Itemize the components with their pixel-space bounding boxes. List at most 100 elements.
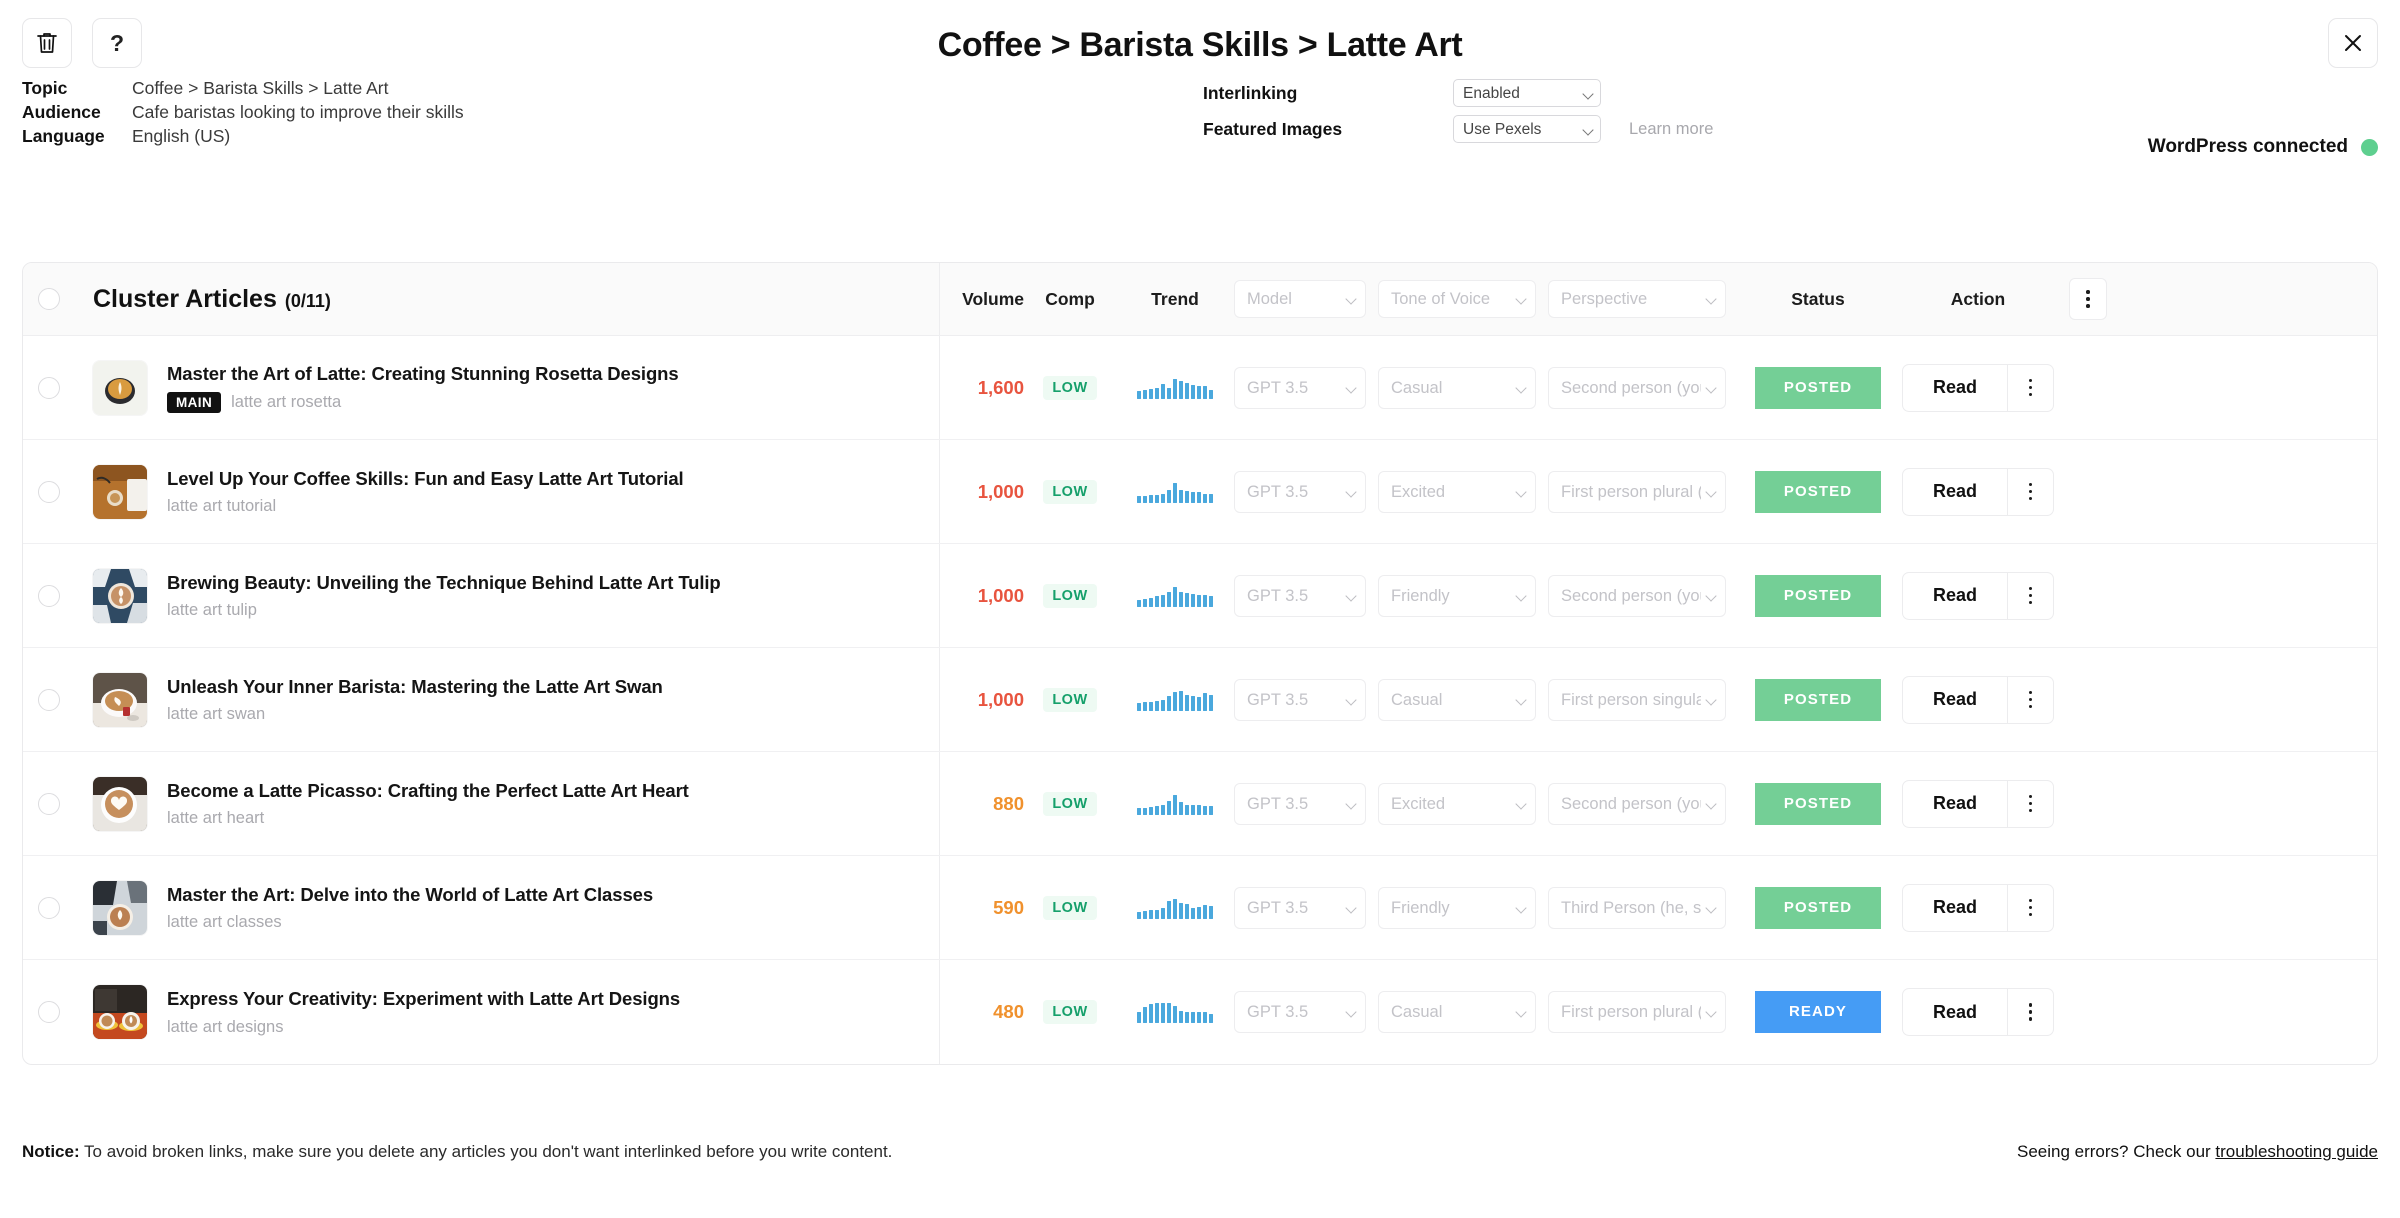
table-row[interactable]: Master the Art: Delve into the World of … — [23, 856, 2377, 960]
article-title[interactable]: Express Your Creativity: Experiment with… — [167, 987, 680, 1010]
row-select-radio[interactable] — [38, 480, 60, 503]
featured-images-row: Featured Images Use Pexels Learn more — [1203, 114, 1713, 144]
perspective-select[interactable]: Second person (you, your) — [1548, 574, 1726, 617]
read-button[interactable]: Read — [1903, 885, 2007, 931]
table-row[interactable]: Brewing Beauty: Unveiling the Technique … — [23, 544, 2377, 648]
row-select-radio[interactable] — [38, 376, 60, 399]
article-title[interactable]: Unleash Your Inner Barista: Mastering th… — [167, 675, 663, 698]
row-options-button[interactable] — [2007, 780, 2053, 827]
model-select[interactable]: GPT 3.5 — [1234, 678, 1366, 721]
perspective-select[interactable]: First person plural (we, us) — [1548, 991, 1726, 1033]
article-title[interactable]: Brewing Beauty: Unveiling the Technique … — [167, 571, 721, 594]
read-button[interactable]: Read — [1903, 989, 2007, 1035]
perspective-select[interactable]: First person singular (I, me) — [1548, 678, 1726, 721]
row-options-button[interactable] — [2007, 364, 2053, 411]
action-group: Read — [1902, 779, 2054, 828]
tone-select[interactable]: Casual — [1378, 991, 1536, 1033]
competition-badge: LOW — [1043, 375, 1097, 400]
interlinking-row: Interlinking Enabled — [1203, 78, 1713, 108]
notice-body: To avoid broken links, make sure you del… — [79, 1142, 893, 1161]
status-badge[interactable]: POSTED — [1755, 366, 1881, 409]
status-badge[interactable]: READY — [1755, 991, 1881, 1033]
table-row[interactable]: Become a Latte Picasso: Crafting the Per… — [23, 752, 2377, 856]
cluster-count: (0/11) — [284, 290, 331, 311]
wordpress-status: WordPress connected — [2148, 136, 2378, 158]
perspective-cell: Third Person (he, she, it, they) — [1548, 886, 1738, 929]
article-keyword-row: MAIN latte art rosetta — [167, 392, 679, 414]
competition-badge: LOW — [1043, 895, 1097, 920]
perspective-select[interactable]: Third Person (he, she, it, they) — [1548, 886, 1726, 929]
article-keyword: latte art classes — [167, 913, 282, 932]
row-options-button[interactable] — [2007, 468, 2053, 515]
read-button[interactable]: Read — [1903, 469, 2007, 515]
read-button[interactable]: Read — [1903, 365, 2007, 411]
column-header-status: Status — [1791, 288, 1845, 309]
row-select-radio[interactable] — [38, 688, 60, 711]
column-divider — [939, 336, 940, 439]
row-select-radio[interactable] — [38, 896, 60, 919]
article-title[interactable]: Become a Latte Picasso: Crafting the Per… — [167, 779, 689, 802]
model-select[interactable]: GPT 3.5 — [1234, 886, 1366, 929]
tone-cell: Excited — [1378, 782, 1548, 825]
table-row[interactable]: Unleash Your Inner Barista: Mastering th… — [23, 648, 2377, 752]
table-options-button[interactable] — [2069, 278, 2107, 320]
tone-filter-select[interactable]: Tone of Voice — [1378, 280, 1536, 318]
model-select[interactable]: GPT 3.5 — [1234, 470, 1366, 513]
tone-select[interactable]: Friendly — [1378, 886, 1536, 929]
column-header-comp[interactable]: Comp — [1024, 289, 1116, 310]
row-select-radio[interactable] — [38, 584, 60, 607]
article-title[interactable]: Master the Art of Latte: Creating Stunni… — [167, 362, 679, 385]
model-cell: GPT 3.5 — [1234, 991, 1378, 1033]
row-options-button[interactable] — [2007, 989, 2053, 1035]
select-all-radio[interactable] — [38, 288, 60, 310]
table-row[interactable]: Express Your Creativity: Experiment with… — [23, 960, 2377, 1064]
model-cell: GPT 3.5 — [1234, 574, 1378, 617]
status-badge[interactable]: POSTED — [1755, 886, 1881, 929]
featured-images-select-wrap: Use Pexels — [1453, 115, 1601, 143]
status-badge[interactable]: POSTED — [1755, 678, 1881, 721]
model-filter-select[interactable]: Model — [1234, 280, 1366, 318]
model-cell: GPT 3.5 — [1234, 678, 1378, 721]
status-badge[interactable]: POSTED — [1755, 782, 1881, 825]
competition-badge: LOW — [1043, 479, 1097, 504]
article-title[interactable]: Level Up Your Coffee Skills: Fun and Eas… — [167, 467, 684, 490]
column-header-trend[interactable]: Trend — [1116, 289, 1234, 310]
model-select[interactable]: GPT 3.5 — [1234, 782, 1366, 825]
read-button[interactable]: Read — [1903, 677, 2007, 723]
row-options-button[interactable] — [2007, 572, 2053, 619]
status-badge[interactable]: POSTED — [1755, 574, 1881, 617]
language-label: Language — [22, 126, 105, 146]
perspective-select[interactable]: Second person (you, your) — [1548, 782, 1726, 825]
row-select-radio[interactable] — [38, 1001, 60, 1023]
article-cell: Level Up Your Coffee Skills: Fun and Eas… — [75, 440, 940, 543]
troubleshooting-guide-link[interactable]: troubleshooting guide — [2215, 1142, 2378, 1161]
volume-value: 1,000 — [977, 688, 1024, 710]
learn-more-link[interactable]: Learn more — [1629, 120, 1713, 139]
model-select[interactable]: GPT 3.5 — [1234, 574, 1366, 617]
column-header-volume[interactable]: Volume — [940, 289, 1024, 310]
interlinking-select[interactable]: Enabled — [1453, 79, 1601, 107]
status-badge[interactable]: POSTED — [1755, 470, 1881, 513]
table-row[interactable]: Master the Art of Latte: Creating Stunni… — [23, 336, 2377, 440]
row-options-button[interactable] — [2007, 676, 2053, 723]
column-divider — [939, 263, 940, 335]
read-button[interactable]: Read — [1903, 573, 2007, 619]
table-row[interactable]: Level Up Your Coffee Skills: Fun and Eas… — [23, 440, 2377, 544]
perspective-select[interactable]: First person plural (we, us) — [1548, 470, 1726, 513]
model-select[interactable]: GPT 3.5 — [1234, 366, 1366, 409]
row-options-button[interactable] — [2007, 884, 2053, 931]
read-button[interactable]: Read — [1903, 781, 2007, 827]
perspective-select[interactable]: Second person (you, your) — [1548, 366, 1726, 409]
featured-images-select[interactable]: Use Pexels — [1453, 115, 1601, 143]
tone-select[interactable]: Casual — [1378, 366, 1536, 409]
tone-select[interactable]: Casual — [1378, 678, 1536, 721]
row-select-radio[interactable] — [38, 792, 60, 815]
tone-cell: Friendly — [1378, 886, 1548, 929]
close-button[interactable] — [2328, 18, 2378, 68]
tone-select[interactable]: Excited — [1378, 470, 1536, 513]
model-select[interactable]: GPT 3.5 — [1234, 991, 1366, 1033]
tone-select[interactable]: Excited — [1378, 782, 1536, 825]
article-title[interactable]: Master the Art: Delve into the World of … — [167, 883, 653, 906]
perspective-filter-select[interactable]: Perspective — [1548, 280, 1726, 318]
tone-select[interactable]: Friendly — [1378, 574, 1536, 617]
